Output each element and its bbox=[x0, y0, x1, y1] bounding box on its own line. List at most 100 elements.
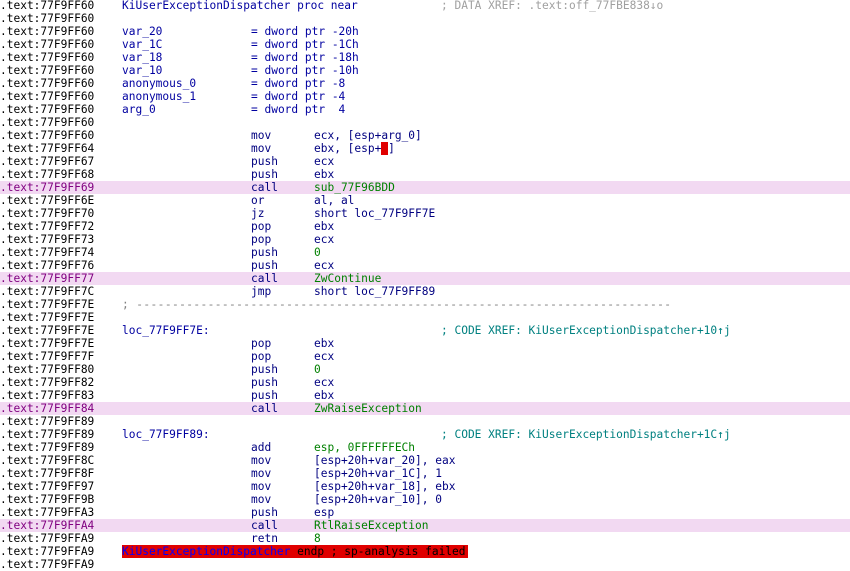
instruction-mnemonic[interactable]: mov bbox=[251, 129, 271, 142]
listing-line[interactable]: .text:77F9FF60 var_10 = dword ptr -10h bbox=[0, 64, 850, 77]
listing-line[interactable]: .text:77F9FF97 mov [esp+20h+var_18], ebx bbox=[0, 480, 850, 493]
address[interactable]: .text:77F9FF60 bbox=[0, 129, 94, 142]
address[interactable]: .text:77F9FF60 bbox=[0, 51, 94, 64]
disassembly-listing[interactable]: .text:77F9FF60 KiUserExceptionDispatcher … bbox=[0, 0, 850, 571]
instruction-mnemonic[interactable]: mov bbox=[251, 467, 271, 480]
listing-line[interactable]: .text:77F9FF82 push ecx bbox=[0, 376, 850, 389]
address[interactable]: .text:77F9FF7E bbox=[0, 324, 94, 337]
listing-line[interactable]: .text:77F9FF60 var_18 = dword ptr -18h bbox=[0, 51, 850, 64]
address[interactable]: .text:77F9FF69 bbox=[0, 181, 94, 194]
instruction-operand[interactable]: ebx, [esp+0] bbox=[314, 142, 395, 155]
data-xref-comment[interactable]: ; DATA XREF: .text:off_77FBE838↓o bbox=[441, 0, 663, 12]
address[interactable]: .text:77F9FF74 bbox=[0, 246, 94, 259]
listing-line[interactable]: .text:77F9FF83 push ebx bbox=[0, 389, 850, 402]
address[interactable]: .text:77F9FFA3 bbox=[0, 506, 94, 519]
listing-line[interactable]: .text:77F9FFA9 KiUserExceptionDispatcher … bbox=[0, 545, 850, 558]
listing-line[interactable]: .text:77F9FF89 bbox=[0, 415, 850, 428]
instruction-mnemonic[interactable]: push bbox=[251, 389, 278, 402]
address[interactable]: .text:77F9FF7E bbox=[0, 311, 94, 324]
address[interactable]: .text:77F9FF7C bbox=[0, 285, 94, 298]
instruction-operand[interactable]: ZwContinue bbox=[314, 272, 381, 285]
stack-variable-name[interactable]: var_20 bbox=[122, 25, 162, 38]
instruction-mnemonic[interactable]: mov bbox=[251, 480, 271, 493]
listing-line[interactable]: .text:77F9FF60 arg_0 = dword ptr 4 bbox=[0, 103, 850, 116]
address[interactable]: .text:77F9FFA9 bbox=[0, 545, 94, 558]
listing-line-call[interactable]: .text:77F9FF69 call sub_77F96BDD bbox=[0, 181, 850, 194]
address[interactable]: .text:77F9FF89 bbox=[0, 441, 94, 454]
instruction-mnemonic[interactable]: pop bbox=[251, 350, 271, 363]
instruction-mnemonic[interactable]: push bbox=[251, 155, 278, 168]
listing-line[interactable]: .text:77F9FF60 var_1C = dword ptr -1Ch bbox=[0, 38, 850, 51]
listing-line[interactable]: .text:77F9FF80 push 0 bbox=[0, 363, 850, 376]
listing-line[interactable]: .text:77F9FF7E pop ebx bbox=[0, 337, 850, 350]
instruction-mnemonic[interactable]: call bbox=[251, 402, 278, 415]
address[interactable]: .text:77F9FF8F bbox=[0, 467, 94, 480]
address[interactable]: .text:77F9FF60 bbox=[0, 90, 94, 103]
listing-line[interactable]: .text:77F9FF6E or al, al bbox=[0, 194, 850, 207]
address[interactable]: .text:77F9FF97 bbox=[0, 480, 94, 493]
instruction-mnemonic[interactable]: mov bbox=[251, 493, 271, 506]
listing-line[interactable]: .text:77F9FF60 bbox=[0, 12, 850, 25]
instruction-mnemonic[interactable]: pop bbox=[251, 220, 271, 233]
listing-line[interactable]: .text:77F9FF7E loc_77F9FF7E: ; CODE XREF: … bbox=[0, 324, 850, 337]
address[interactable]: .text:77F9FF70 bbox=[0, 207, 94, 220]
stack-variable-name[interactable]: arg_0 bbox=[122, 103, 156, 116]
listing-line[interactable]: .text:77F9FF8C mov [esp+20h+var_20], eax bbox=[0, 454, 850, 467]
instruction-operand[interactable]: sub_77F96BDD bbox=[314, 181, 395, 194]
instruction-mnemonic[interactable]: mov bbox=[251, 142, 271, 155]
address[interactable]: .text:77F9FF6E bbox=[0, 194, 94, 207]
listing-line[interactable]: .text:77F9FF67 push ecx bbox=[0, 155, 850, 168]
listing-line-call[interactable]: .text:77F9FFA4 call RtlRaiseException bbox=[0, 519, 850, 532]
listing-line-call[interactable]: .text:77F9FF77 call ZwContinue bbox=[0, 272, 850, 285]
listing-line[interactable]: .text:77F9FF60 mov ecx, [esp+arg_0] bbox=[0, 129, 850, 142]
address[interactable]: .text:77F9FF8C bbox=[0, 454, 94, 467]
instruction-mnemonic[interactable]: add bbox=[251, 441, 271, 454]
instruction-mnemonic[interactable]: call bbox=[251, 181, 278, 194]
listing-line-call[interactable]: .text:77F9FF84 call ZwRaiseException bbox=[0, 402, 850, 415]
instruction-operand[interactable]: ecx, [esp+arg_0] bbox=[314, 129, 422, 142]
listing-line[interactable]: .text:77F9FF8F mov [esp+20h+var_1C], 1 bbox=[0, 467, 850, 480]
listing-line[interactable]: .text:77F9FF89 loc_77F9FF89: ; CODE XREF: … bbox=[0, 428, 850, 441]
instruction-mnemonic[interactable]: mov bbox=[251, 454, 271, 467]
instruction-mnemonic[interactable]: pop bbox=[251, 337, 271, 350]
listing-line[interactable]: .text:77F9FF7F pop ecx bbox=[0, 350, 850, 363]
listing-line[interactable]: .text:77F9FF73 pop ecx bbox=[0, 233, 850, 246]
instruction-mnemonic[interactable]: call bbox=[251, 519, 278, 532]
code-label[interactable]: loc_77F9FF7E: bbox=[122, 324, 210, 337]
address[interactable]: .text:77F9FF7E bbox=[0, 337, 94, 350]
listing-line[interactable]: .text:77F9FF7E bbox=[0, 311, 850, 324]
instruction-mnemonic[interactable]: push bbox=[251, 363, 278, 376]
address[interactable]: .text:77F9FF60 bbox=[0, 77, 94, 90]
stack-variable-name[interactable]: var_10 bbox=[122, 64, 162, 77]
procedure-name[interactable]: KiUserExceptionDispatcher proc near bbox=[122, 0, 358, 12]
listing-line[interactable]: .text:77F9FFA9 retn 8 bbox=[0, 532, 850, 545]
instruction-operand[interactable]: ebx bbox=[314, 220, 334, 233]
instruction-operand[interactable]: [esp+20h+var_1C], 1 bbox=[314, 467, 442, 480]
stack-variable-name[interactable]: var_18 bbox=[122, 51, 162, 64]
address[interactable]: .text:77F9FF77 bbox=[0, 272, 94, 285]
instruction-mnemonic[interactable]: push bbox=[251, 246, 278, 259]
address[interactable]: .text:77F9FF60 bbox=[0, 103, 94, 116]
sp-analysis-failed-bar[interactable]: KiUserExceptionDispatcher endp ; sp-anal… bbox=[122, 545, 468, 558]
address[interactable]: .text:77F9FF68 bbox=[0, 168, 94, 181]
instruction-operand[interactable]: esp bbox=[314, 506, 334, 519]
instruction-mnemonic[interactable]: push bbox=[251, 376, 278, 389]
instruction-operand[interactable]: short loc_77F9FF7E bbox=[314, 207, 435, 220]
address[interactable]: .text:77F9FFA4 bbox=[0, 519, 94, 532]
listing-line[interactable]: .text:77F9FF7E ; ------------------------… bbox=[0, 298, 850, 311]
instruction-operand[interactable]: short loc_77F9FF89 bbox=[314, 285, 435, 298]
address[interactable]: .text:77F9FF7F bbox=[0, 350, 94, 363]
instruction-operand[interactable]: ecx bbox=[314, 155, 334, 168]
stack-variable-name[interactable]: var_1C bbox=[122, 38, 162, 51]
stack-variable-name[interactable]: anonymous_1 bbox=[122, 90, 196, 103]
instruction-operand[interactable]: ecx bbox=[314, 376, 334, 389]
address[interactable]: .text:77F9FF83 bbox=[0, 389, 94, 402]
instruction-operand[interactable]: ebx bbox=[314, 337, 334, 350]
address[interactable]: .text:77F9FF84 bbox=[0, 402, 94, 415]
address[interactable]: .text:77F9FF60 bbox=[0, 0, 94, 12]
instruction-operand[interactable]: RtlRaiseException bbox=[314, 519, 429, 532]
address[interactable]: .text:77F9FF89 bbox=[0, 428, 94, 441]
address[interactable]: .text:77F9FF64 bbox=[0, 142, 94, 155]
listing-line[interactable]: .text:77F9FF9B mov [esp+20h+var_10], 0 bbox=[0, 493, 850, 506]
listing-line[interactable]: .text:77F9FF72 pop ebx bbox=[0, 220, 850, 233]
